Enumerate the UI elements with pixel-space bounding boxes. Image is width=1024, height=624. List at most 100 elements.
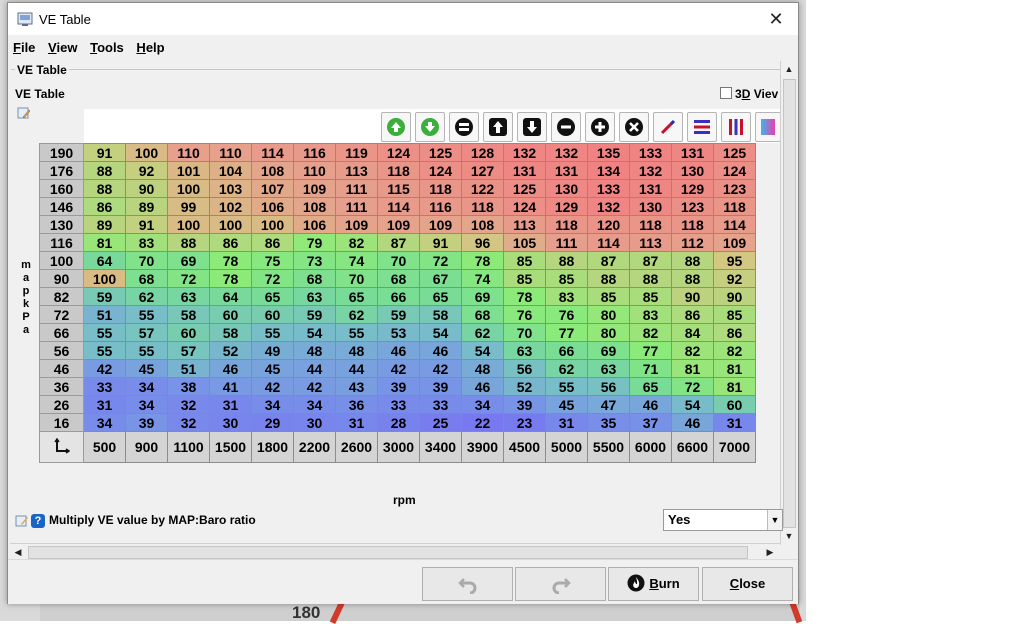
ve-cell[interactable]: 110 [209, 143, 252, 162]
ve-cell[interactable]: 52 [503, 377, 546, 396]
y-axis-value[interactable]: 176 [39, 161, 84, 180]
ve-cell[interactable]: 39 [377, 377, 420, 396]
ve-cell[interactable]: 109 [713, 233, 756, 252]
color-bars-button[interactable] [721, 112, 751, 142]
ve-cell[interactable]: 88 [83, 161, 126, 180]
ve-cell[interactable]: 114 [377, 197, 420, 216]
ve-cell[interactable]: 130 [629, 197, 672, 216]
ve-cell[interactable]: 78 [209, 269, 252, 288]
ve-cell[interactable]: 106 [293, 215, 336, 234]
ve-cell[interactable]: 73 [293, 251, 336, 270]
window-close-button[interactable]: ✕ [754, 3, 798, 35]
x-axis-value[interactable]: 6000 [629, 431, 672, 463]
ve-cell[interactable]: 54 [671, 395, 714, 414]
ve-cell[interactable]: 132 [503, 143, 546, 162]
ve-cell[interactable]: 30 [293, 413, 336, 432]
ve-cell[interactable]: 90 [125, 179, 168, 198]
ve-cell[interactable]: 22 [461, 413, 504, 432]
ve-cell[interactable]: 83 [629, 305, 672, 324]
horizontal-scrollbar[interactable]: ◀ ▶ [10, 543, 780, 560]
x-axis-value[interactable]: 2600 [335, 431, 378, 463]
ve-cell[interactable]: 120 [587, 215, 630, 234]
ve-cell[interactable]: 59 [377, 305, 420, 324]
ve-cell[interactable]: 133 [629, 143, 672, 162]
ve-cell[interactable]: 100 [167, 179, 210, 198]
ve-cell[interactable]: 124 [503, 197, 546, 216]
ve-cell[interactable]: 25 [419, 413, 462, 432]
ve-cell[interactable]: 124 [377, 143, 420, 162]
ve-cell[interactable]: 42 [377, 359, 420, 378]
ve-cell[interactable]: 125 [419, 143, 462, 162]
y-axis-value[interactable]: 36 [39, 377, 84, 396]
ve-cell[interactable]: 88 [671, 251, 714, 270]
ve-cell[interactable]: 70 [377, 251, 420, 270]
y-axis-value[interactable]: 116 [39, 233, 84, 252]
ve-cell[interactable]: 72 [167, 269, 210, 288]
ve-cell[interactable]: 55 [251, 323, 294, 342]
ve-cell[interactable]: 69 [461, 287, 504, 306]
ve-cell[interactable]: 123 [713, 179, 756, 198]
x-axis-value[interactable]: 1100 [167, 431, 210, 463]
ve-cell[interactable]: 34 [125, 395, 168, 414]
y-axis-value[interactable]: 72 [39, 305, 84, 324]
chevron-down-icon[interactable]: ▼ [767, 510, 782, 530]
x-axis-value[interactable]: 1500 [209, 431, 252, 463]
ve-cell[interactable]: 109 [377, 215, 420, 234]
ve-cell[interactable]: 86 [671, 305, 714, 324]
increase-button[interactable] [381, 112, 411, 142]
ve-cell[interactable]: 33 [377, 395, 420, 414]
y-axis-value[interactable]: 146 [39, 197, 84, 216]
y-axis-value[interactable]: 190 [39, 143, 84, 162]
ve-cell[interactable]: 86 [83, 197, 126, 216]
ve-cell[interactable]: 82 [671, 341, 714, 360]
ve-cell[interactable]: 86 [251, 233, 294, 252]
ve-cell[interactable]: 47 [587, 395, 630, 414]
ve-cell[interactable]: 69 [587, 341, 630, 360]
ve-cell[interactable]: 133 [587, 179, 630, 198]
y-axis-value[interactable]: 56 [39, 341, 84, 360]
ve-cell[interactable]: 92 [713, 269, 756, 288]
ve-cell[interactable]: 111 [335, 179, 378, 198]
ve-cell[interactable]: 109 [419, 215, 462, 234]
ve-cell[interactable]: 34 [83, 413, 126, 432]
ve-cell[interactable]: 34 [293, 395, 336, 414]
ve-cell[interactable]: 63 [587, 359, 630, 378]
ve-cell[interactable]: 76 [545, 305, 588, 324]
ve-cell[interactable]: 57 [167, 341, 210, 360]
ve-cell[interactable]: 80 [587, 323, 630, 342]
add-button[interactable] [585, 112, 615, 142]
ve-cell[interactable]: 43 [335, 377, 378, 396]
ve-cell[interactable]: 55 [83, 323, 126, 342]
ve-cell[interactable]: 48 [293, 341, 336, 360]
ve-cell[interactable]: 52 [209, 341, 252, 360]
ve-cell[interactable]: 75 [251, 251, 294, 270]
map-baro-select[interactable]: Yes ▼ [663, 509, 783, 531]
ve-cell[interactable]: 65 [629, 377, 672, 396]
ve-cell[interactable]: 35 [587, 413, 630, 432]
ve-cell[interactable]: 80 [587, 305, 630, 324]
vertical-scrollbar[interactable]: ▲ ▼ [780, 61, 797, 545]
x-axis-value[interactable]: 500 [83, 431, 126, 463]
ve-cell[interactable]: 91 [419, 233, 462, 252]
shift-up-button[interactable] [483, 112, 513, 142]
ve-cell[interactable]: 86 [713, 323, 756, 342]
ve-cell[interactable]: 37 [629, 413, 672, 432]
ve-cell[interactable]: 118 [419, 179, 462, 198]
ve-cell[interactable]: 129 [671, 179, 714, 198]
ve-cell[interactable]: 86 [209, 233, 252, 252]
ve-cell[interactable]: 101 [167, 161, 210, 180]
ve-cell[interactable]: 82 [713, 341, 756, 360]
ve-cell[interactable]: 42 [251, 377, 294, 396]
ve-cell[interactable]: 109 [293, 179, 336, 198]
ve-cell[interactable]: 77 [545, 323, 588, 342]
ve-cell[interactable]: 41 [209, 377, 252, 396]
swap-axes-icon[interactable] [39, 431, 84, 463]
ve-cell[interactable]: 63 [503, 341, 546, 360]
ve-cell[interactable]: 34 [125, 377, 168, 396]
ve-cell[interactable]: 46 [419, 341, 462, 360]
redo-button[interactable] [515, 567, 606, 601]
menu-view[interactable]: View [44, 37, 81, 59]
ve-cell[interactable]: 55 [125, 341, 168, 360]
x-axis-value[interactable]: 1800 [251, 431, 294, 463]
ve-cell[interactable]: 124 [419, 161, 462, 180]
